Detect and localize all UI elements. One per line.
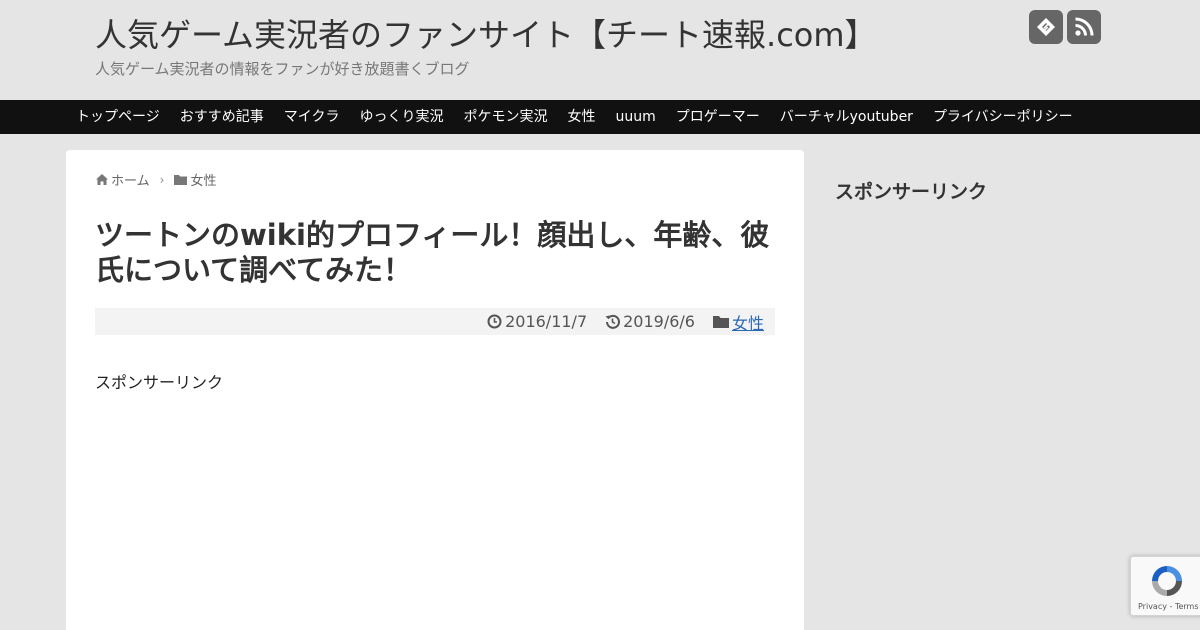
- post-category-link[interactable]: 女性: [732, 310, 764, 334]
- nav-item-recommended[interactable]: おすすめ記事: [170, 100, 274, 134]
- breadcrumb-home[interactable]: ホーム: [111, 170, 150, 189]
- chevron-right-icon: ›: [159, 172, 165, 187]
- updated-date: 2019/6/6: [605, 312, 695, 331]
- nav-item-vtuber[interactable]: バーチャルyoutuber: [770, 100, 923, 134]
- clock-icon: [487, 314, 502, 329]
- published-date-text: 2016/11/7: [505, 312, 588, 331]
- folder-icon: [712, 316, 729, 328]
- breadcrumb: ホーム › 女性: [96, 170, 216, 189]
- home-icon: [96, 174, 108, 185]
- nav-item-top[interactable]: トップページ: [66, 100, 170, 134]
- nav-item-uuum[interactable]: uuum: [605, 100, 665, 134]
- post-meta: 2016/11/7 2019/6/6 女性: [95, 308, 775, 335]
- post-title: ツートンのwiki的プロフィール！顔出し、年齢、彼氏について調べてみた！: [95, 218, 770, 287]
- nav-item-pro-gamer[interactable]: プロゲーマー: [666, 100, 770, 134]
- recaptcha-badge[interactable]: Privacy - Terms: [1130, 556, 1200, 616]
- nav-item-minecraft[interactable]: マイクラ: [274, 100, 350, 134]
- nav-item-women[interactable]: 女性: [557, 100, 605, 134]
- nav-item-privacy[interactable]: プライバシーポリシー: [923, 100, 1083, 134]
- site-description: 人気ゲーム実況者の情報をファンが好き放題書くブログ: [95, 60, 470, 78]
- post-category: 女性: [712, 310, 764, 334]
- history-icon: [605, 314, 621, 329]
- nav-item-yukkuri[interactable]: ゆっくり実況: [349, 100, 453, 134]
- updated-date-text: 2019/6/6: [623, 312, 695, 331]
- folder-icon: [174, 174, 188, 185]
- nav-list: トップページ おすすめ記事 マイクラ ゆっくり実況 ポケモン実況 女性 uuum…: [66, 100, 1083, 134]
- site-title[interactable]: 人気ゲーム実況者のファンサイト【チート速報.com】: [95, 10, 877, 56]
- main-content: ホーム › 女性 ツートンのwiki的プロフィール！顔出し、年齢、彼氏について調…: [66, 150, 804, 630]
- rss-icon[interactable]: [1067, 10, 1101, 44]
- breadcrumb-category[interactable]: 女性: [190, 170, 216, 189]
- published-date: 2016/11/7: [487, 312, 587, 331]
- recaptcha-links[interactable]: Privacy - Terms: [1138, 602, 1199, 611]
- sidebar-sponsor-title: スポンサーリンク: [835, 181, 988, 203]
- nav-item-pokemon[interactable]: ポケモン実況: [453, 100, 557, 134]
- global-nav: トップページ おすすめ記事 マイクラ ゆっくり実況 ポケモン実況 女性 uuum…: [0, 100, 1200, 134]
- sponsor-label: スポンサーリンク: [95, 373, 224, 392]
- recaptcha-icon: [1149, 563, 1185, 603]
- feedly-icon[interactable]: [1029, 10, 1063, 44]
- site-header: 人気ゲーム実況者のファンサイト【チート速報.com】 人気ゲーム実況者の情報をフ…: [0, 0, 1200, 100]
